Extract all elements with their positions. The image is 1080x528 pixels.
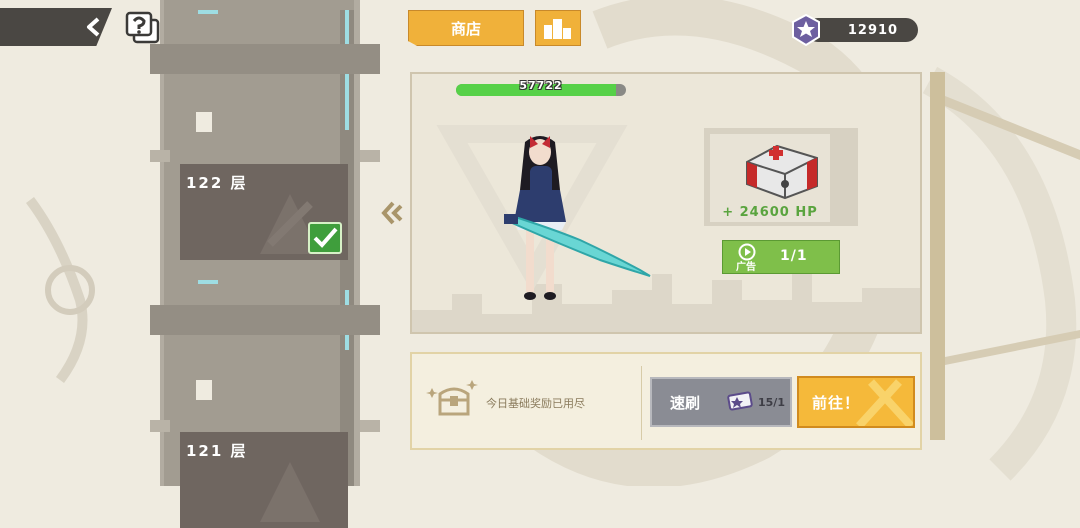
floor-label: 121 层 bbox=[186, 442, 248, 460]
chevron-left-icon bbox=[87, 17, 100, 37]
star-medal-icon bbox=[792, 13, 820, 47]
ad-uses: 1/1 bbox=[780, 248, 808, 264]
treasure-chest-icon bbox=[426, 380, 478, 416]
medkit-icon bbox=[746, 144, 818, 200]
sweep-count: 15/1 bbox=[758, 396, 785, 409]
floor-label: 122 层 bbox=[186, 174, 248, 192]
rank-button[interactable] bbox=[535, 10, 581, 46]
chevron-double-left-icon[interactable] bbox=[381, 200, 403, 226]
character-sprite[interactable] bbox=[490, 130, 660, 310]
go-label: 前往！ bbox=[812, 394, 861, 412]
shop-button[interactable]: 商店 bbox=[408, 10, 524, 46]
sweep-ticket-icon bbox=[727, 391, 753, 411]
floor-emblem bbox=[260, 462, 320, 522]
divider bbox=[641, 366, 642, 440]
floor-card-121[interactable]: 121 层 bbox=[180, 432, 348, 528]
ad-label: 广告 bbox=[736, 262, 756, 273]
floor-card-122[interactable]: 122 层 bbox=[180, 164, 348, 260]
enemy-hp-value: 57722 bbox=[519, 79, 563, 92]
back-button[interactable] bbox=[0, 8, 112, 46]
completed-check-icon bbox=[308, 222, 342, 254]
heal-amount: + 24600 HP bbox=[722, 205, 818, 220]
daily-reward-status: 今日基础奖励已用尽 bbox=[486, 397, 585, 410]
sweep-label: 速刷 bbox=[670, 394, 701, 412]
currency-value: 12910 bbox=[847, 22, 899, 38]
podium-icon bbox=[544, 19, 571, 39]
